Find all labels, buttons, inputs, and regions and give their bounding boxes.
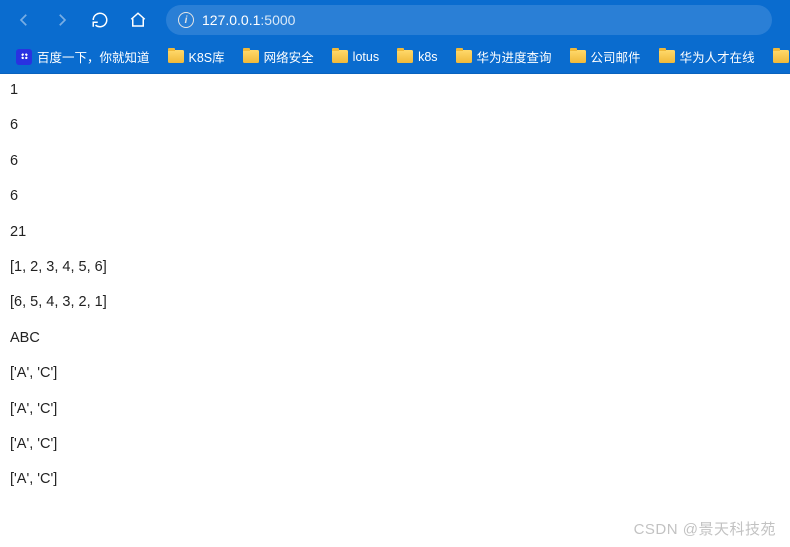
- back-icon: [15, 11, 33, 29]
- address-port: :5000: [260, 12, 295, 28]
- bookmark-k8s-lib[interactable]: K8S库: [160, 43, 233, 70]
- folder-icon: [456, 50, 472, 63]
- bookmark-label: 网络安全: [264, 47, 314, 66]
- home-button[interactable]: [122, 4, 154, 36]
- bookmark-chang[interactable]: 常: [765, 43, 790, 70]
- address-bar[interactable]: i 127.0.0.1:5000: [166, 5, 772, 35]
- bookmark-label: 百度一下，你就知道: [37, 47, 150, 66]
- back-button[interactable]: [8, 4, 40, 36]
- bookmark-label: lotus: [353, 50, 379, 64]
- home-icon: [129, 11, 147, 29]
- bookmark-label: 公司邮件: [591, 47, 641, 66]
- output-line: ['A', 'C']: [10, 436, 780, 453]
- watermark: CSDN @景天科技苑: [634, 518, 776, 539]
- bookmark-huawei-progress[interactable]: 华为进度查询: [448, 43, 560, 70]
- output-line: ['A', 'C']: [10, 471, 780, 488]
- output-line: 21: [10, 224, 780, 241]
- page-content: 1 6 6 6 21 [1, 2, 3, 4, 5, 6] [6, 5, 4, …: [0, 74, 790, 515]
- output-line: ['A', 'C']: [10, 401, 780, 418]
- folder-icon: [332, 50, 348, 63]
- folder-icon: [243, 50, 259, 63]
- bookmark-baidu[interactable]: 百度一下，你就知道: [8, 43, 158, 70]
- bookmark-label: k8s: [418, 50, 437, 64]
- forward-button[interactable]: [46, 4, 78, 36]
- bookmark-label: 华为人才在线: [680, 47, 755, 66]
- bookmark-label: 华为进度查询: [477, 47, 552, 66]
- refresh-icon: [91, 11, 109, 29]
- folder-icon: [773, 50, 789, 63]
- bookmark-lotus[interactable]: lotus: [324, 46, 387, 68]
- bookmark-label: K8S库: [189, 47, 225, 66]
- folder-icon: [570, 50, 586, 63]
- baidu-icon: [16, 49, 32, 65]
- output-line: 6: [10, 117, 780, 134]
- output-line: 6: [10, 153, 780, 170]
- output-line: [6, 5, 4, 3, 2, 1]: [10, 294, 780, 311]
- address-host: 127.0.0.1: [202, 12, 260, 28]
- folder-icon: [659, 50, 675, 63]
- output-line: ABC: [10, 330, 780, 347]
- info-icon: i: [178, 12, 194, 28]
- refresh-button[interactable]: [84, 4, 116, 36]
- bookmarks-bar: 百度一下，你就知道 K8S库 网络安全 lotus k8s 华为进度查询 公司邮…: [0, 40, 790, 74]
- bookmark-huawei-talent[interactable]: 华为人才在线: [651, 43, 763, 70]
- bookmark-company-mail[interactable]: 公司邮件: [562, 43, 649, 70]
- folder-icon: [168, 50, 184, 63]
- bookmark-netsec[interactable]: 网络安全: [235, 43, 322, 70]
- address-text: 127.0.0.1:5000: [202, 12, 295, 28]
- output-line: 1: [10, 82, 780, 99]
- bookmark-k8s[interactable]: k8s: [389, 46, 445, 68]
- folder-icon: [397, 50, 413, 63]
- output-line: [1, 2, 3, 4, 5, 6]: [10, 259, 780, 276]
- forward-icon: [53, 11, 71, 29]
- output-line: 6: [10, 188, 780, 205]
- browser-toolbar: i 127.0.0.1:5000: [0, 0, 790, 40]
- output-line: ['A', 'C']: [10, 365, 780, 382]
